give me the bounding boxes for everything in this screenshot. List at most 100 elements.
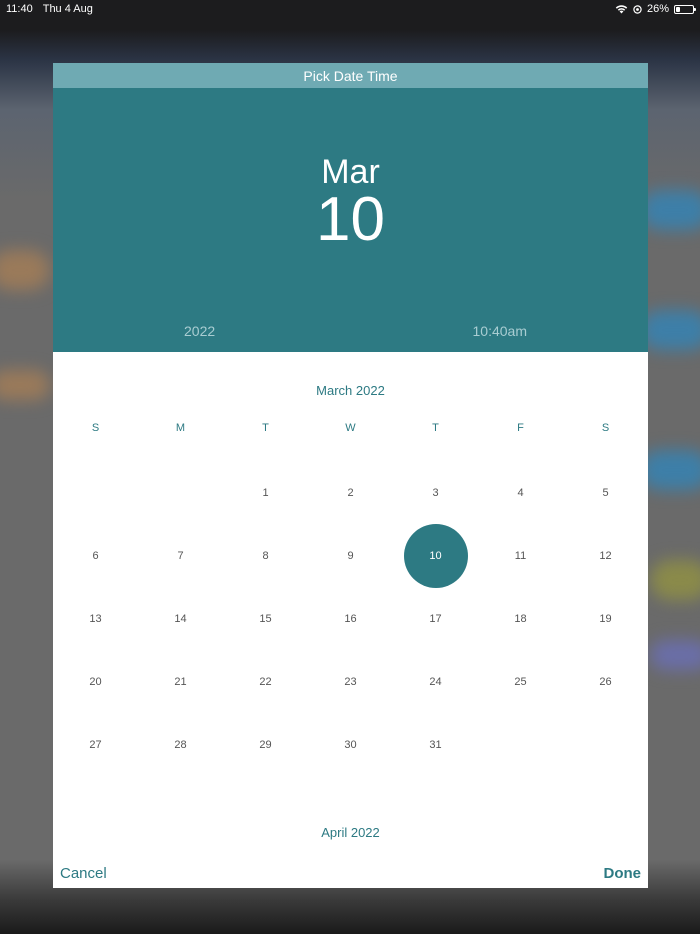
calendar-day[interactable]: 6 (53, 524, 138, 587)
background-blob (640, 190, 700, 230)
calendar-day[interactable]: 20 (53, 651, 138, 714)
calendar-day[interactable]: 21 (138, 651, 223, 714)
calendar-day-number: 28 (174, 739, 187, 752)
calendar-day-number: 17 (429, 612, 442, 625)
calendar-day-number: 24 (429, 676, 442, 689)
calendar-day-grid: 1 2 3 4 5 6 7 8 9 10 11 12 13 14 15 16 17 18 19 20 21 22 23 24 2… (53, 461, 648, 777)
status-time: 11:40 (6, 3, 33, 15)
calendar-day[interactable]: 1 (223, 461, 308, 524)
calendar-day-number: 12 (599, 549, 612, 562)
current-month-title: March 2022 (316, 383, 385, 398)
calendar-day[interactable]: 4 (478, 461, 563, 524)
calendar-day[interactable]: 9 (308, 524, 393, 587)
wifi-icon (615, 5, 628, 14)
calendar-day-selected[interactable]: 10 (393, 524, 478, 587)
background-blob (640, 450, 700, 490)
calendar-day-number: 9 (347, 549, 354, 562)
calendar-day-number: 19 (599, 612, 612, 625)
calendar-day[interactable]: 27 (53, 714, 138, 777)
calendar-day-number: 18 (514, 612, 527, 625)
calendar-day-number: 16 (344, 612, 357, 625)
calendar-day-number: 26 (599, 676, 612, 689)
calendar-day-number: 2 (347, 486, 354, 499)
status-bar: 11:40 Thu 4 Aug 26% (0, 0, 700, 18)
calendar-day-number: 3 (432, 486, 439, 499)
calendar-day[interactable]: 15 (223, 587, 308, 650)
calendar-day-number: 5 (602, 486, 609, 499)
calendar-day[interactable]: 3 (393, 461, 478, 524)
calendar-day[interactable]: 5 (563, 461, 648, 524)
calendar-day[interactable]: 26 (563, 651, 648, 714)
calendar-day-number: 29 (259, 739, 272, 752)
calendar-day[interactable]: 18 (478, 587, 563, 650)
background-blob (0, 370, 50, 400)
calendar-day-number: 22 (259, 676, 272, 689)
selected-date-header: Mar 10 2022 10:40am (53, 88, 648, 352)
calendar-day[interactable]: 29 (223, 714, 308, 777)
done-button[interactable]: Done (604, 865, 642, 882)
calendar-day-number: 25 (514, 676, 527, 689)
background-blob (650, 640, 700, 670)
calendar-day[interactable]: 17 (393, 587, 478, 650)
weekday-label: T (262, 422, 269, 434)
calendar-day-number: 21 (174, 676, 187, 689)
background-blob (650, 560, 700, 600)
calendar-day[interactable]: 31 (393, 714, 478, 777)
background-blob (640, 310, 700, 350)
battery-level (676, 6, 681, 12)
calendar-day-number: 20 (89, 676, 102, 689)
calendar-day-number: 15 (259, 612, 272, 625)
weekday-label: M (175, 422, 186, 434)
battery-percent: 26% (646, 3, 669, 15)
calendar-day[interactable]: 13 (53, 587, 138, 650)
calendar-day-number: 6 (92, 549, 99, 562)
calendar-day[interactable]: 14 (138, 587, 223, 650)
weekday-label: F (517, 422, 524, 434)
calendar-day-number: 7 (177, 549, 184, 562)
weekday-label: W (345, 422, 356, 434)
battery-icon (674, 4, 696, 14)
calendar-day-number: 4 (517, 486, 524, 499)
calendar-day[interactable]: 25 (478, 651, 563, 714)
dialog-actions: Cancel Done (53, 863, 648, 883)
background-blob (0, 250, 50, 290)
date-time-picker-dialog: Pick Date Time Mar 10 2022 10:40am March… (53, 63, 648, 888)
year-selector[interactable]: 2022 (184, 323, 215, 339)
calendar-day[interactable]: 16 (308, 587, 393, 650)
calendar-day-number: 27 (89, 739, 102, 752)
calendar-blank-cell (138, 461, 223, 524)
cancel-button[interactable]: Cancel (60, 865, 107, 882)
weekday-label: S (91, 422, 100, 434)
weekday-label: S (601, 422, 610, 434)
calendar-day-number: 13 (89, 612, 102, 625)
calendar-day[interactable]: 8 (223, 524, 308, 587)
calendar-day[interactable]: 24 (393, 651, 478, 714)
calendar-day[interactable]: 28 (138, 714, 223, 777)
calendar-day[interactable]: 2 (308, 461, 393, 524)
calendar-day[interactable]: 19 (563, 587, 648, 650)
calendar-day-number: 23 (344, 676, 357, 689)
calendar-day[interactable]: 22 (223, 651, 308, 714)
status-right: 26% (615, 3, 696, 15)
calendar-blank-cell (53, 461, 138, 524)
calendar-day-number: 8 (262, 549, 269, 562)
calendar-day[interactable]: 23 (308, 651, 393, 714)
calendar-day[interactable]: 12 (563, 524, 648, 587)
calendar-day-number: 30 (344, 739, 357, 752)
calendar-day[interactable]: 7 (138, 524, 223, 587)
calendar-day-number: 11 (514, 549, 527, 562)
next-month-title: April 2022 (321, 825, 380, 840)
calendar-day-number: 14 (174, 612, 187, 625)
weekday-header-row: SMTWTFS (53, 422, 648, 434)
dialog-title: Pick Date Time (53, 63, 648, 88)
calendar-day-number: 10 (429, 549, 442, 562)
time-selector[interactable]: 10:40am (473, 323, 527, 339)
status-date: Thu 4 Aug (42, 3, 93, 15)
calendar-day-number: 1 (262, 486, 269, 499)
calendar-day[interactable]: 30 (308, 714, 393, 777)
calendar-day[interactable]: 11 (478, 524, 563, 587)
calendar-day-number: 31 (429, 739, 442, 752)
location-icon (633, 4, 642, 14)
weekday-label: T (432, 422, 439, 434)
selected-day: 10 (316, 185, 385, 254)
